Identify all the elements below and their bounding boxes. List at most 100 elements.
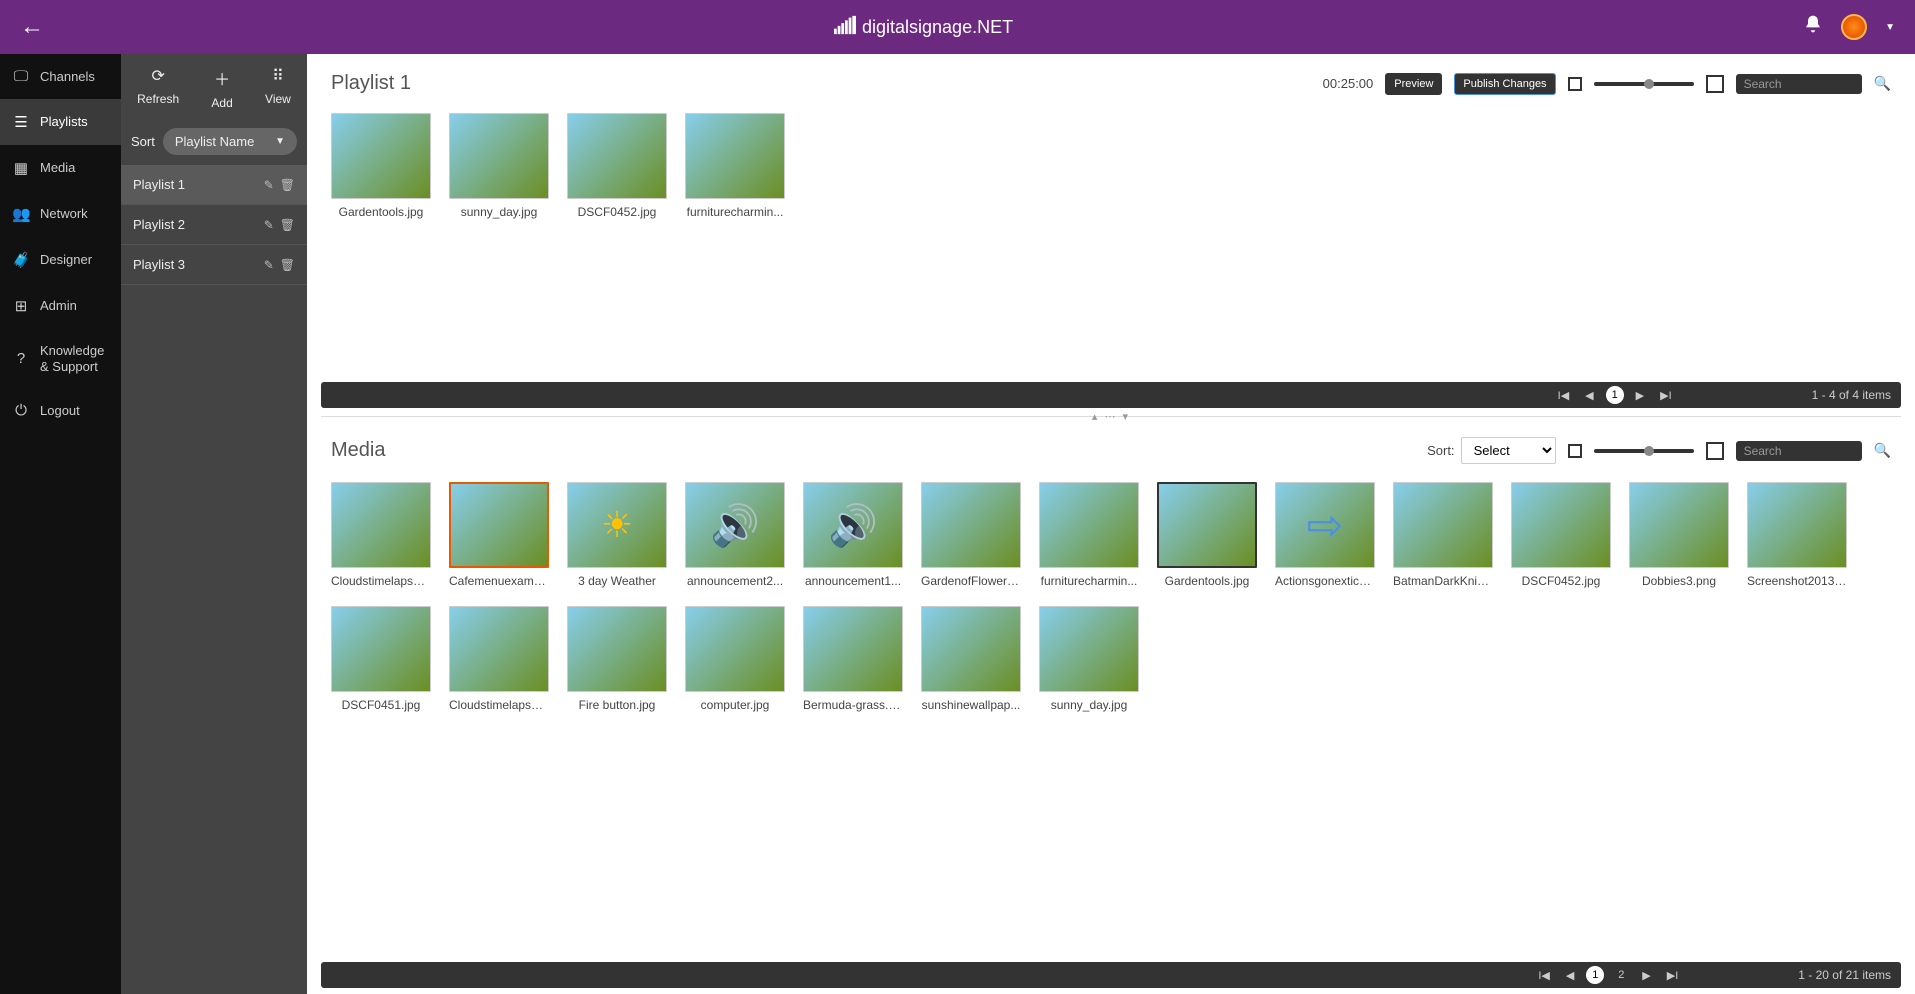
user-avatar[interactable] [1841, 14, 1867, 40]
pager-first[interactable]: I◀ [1554, 389, 1574, 402]
left-nav: 🖵 Channels ☰ Playlists ▦ Media 👥 Network… [0, 54, 121, 994]
nav-knowledge[interactable]: ? Knowledge & Support [0, 329, 121, 388]
thumb-image [567, 113, 667, 199]
view-button[interactable]: ⠿View [265, 66, 291, 110]
thumb-item[interactable]: sunny_day.jpg [449, 113, 549, 219]
thumb-size-slider[interactable] [1594, 82, 1694, 86]
thumb-image [331, 606, 431, 692]
thumb-caption: sunny_day.jpg [1039, 698, 1139, 712]
thumb-caption: 3 day Weather [567, 574, 667, 588]
preview-button[interactable]: Preview [1385, 73, 1442, 95]
pager-first[interactable]: I◀ [1534, 969, 1554, 982]
thumb-image [1511, 482, 1611, 568]
thumb-item[interactable]: DSCF0452.jpg [1511, 482, 1611, 588]
main-area: Playlist 1 00:25:00 Preview Publish Chan… [307, 54, 1915, 994]
thumb-image [1629, 482, 1729, 568]
thumb-item[interactable]: announcement2... [685, 482, 785, 588]
nav-designer[interactable]: 🧳 Designer [0, 237, 121, 283]
notifications-icon[interactable] [1803, 14, 1823, 40]
thumb-size-large[interactable] [1706, 442, 1724, 460]
table-icon: ⊞ [12, 297, 30, 315]
thumb-item[interactable]: DSCF0452.jpg [567, 113, 667, 219]
drag-handle-icon[interactable]: ▴ ⋯ ▾ [1092, 410, 1130, 423]
search-icon[interactable]: 🔍 [1874, 75, 1891, 92]
thumb-item[interactable]: Gardentools.jpg [1157, 482, 1257, 588]
thumb-caption: Dobbies3.png [1629, 574, 1729, 588]
thumb-item[interactable]: sunshinewallpap... [921, 606, 1021, 712]
pager-next[interactable]: ▶ [1632, 389, 1648, 402]
thumb-item[interactable]: Screenshot20131... [1747, 482, 1847, 588]
thumb-item[interactable]: Actionsgonextico... [1275, 482, 1375, 588]
thumb-item[interactable]: BatmanDarkKnig... [1393, 482, 1493, 588]
nav-admin[interactable]: ⊞ Admin [0, 283, 121, 329]
nav-label: Logout [40, 403, 80, 419]
briefcase-icon: 🧳 [12, 251, 30, 269]
playlist-search-input[interactable] [1744, 77, 1854, 91]
thumb-item[interactable]: Fire button.jpg [567, 606, 667, 712]
delete-icon[interactable]: 🗑 [280, 258, 295, 272]
thumb-image [803, 606, 903, 692]
playlist-sort-select[interactable]: Playlist Name ▼ [163, 128, 297, 155]
edit-icon[interactable]: ✎ [264, 258, 274, 272]
publish-button[interactable]: Publish Changes [1454, 73, 1555, 95]
pager-prev[interactable]: ◀ [1562, 969, 1578, 982]
nav-media[interactable]: ▦ Media [0, 145, 121, 191]
nav-logout[interactable]: ⏻ Logout [0, 388, 121, 433]
thumb-item[interactable]: 3 day Weather [567, 482, 667, 588]
playlist-title: Playlist 1 [331, 72, 1311, 95]
playlist-item[interactable]: Playlist 1 ✎🗑 [121, 165, 307, 205]
pager-page[interactable]: 2 [1612, 966, 1630, 984]
thumb-item[interactable]: Cloudstimelapsec... [331, 482, 431, 588]
add-button[interactable]: ＋Add [211, 66, 232, 110]
thumb-caption: sunshinewallpap... [921, 698, 1021, 712]
edit-icon[interactable]: ✎ [264, 218, 274, 232]
thumb-item[interactable]: announcement1... [803, 482, 903, 588]
nav-network[interactable]: 👥 Network [0, 191, 121, 237]
media-search-input[interactable] [1744, 444, 1854, 458]
thumb-item[interactable]: Cloudstimelapsec... [449, 606, 549, 712]
thumb-item[interactable]: GardenofFlowers... [921, 482, 1021, 588]
playlist-pager: I◀ ◀ 1 ▶ ▶I 1 - 4 of 4 items [321, 382, 1901, 408]
thumb-size-small[interactable] [1568, 77, 1582, 91]
pager-last[interactable]: ▶I [1663, 969, 1683, 982]
media-sort-select[interactable]: Select [1461, 437, 1556, 464]
user-menu-caret[interactable]: ▼ [1885, 22, 1895, 33]
nav-channels[interactable]: 🖵 Channels [0, 54, 121, 99]
thumb-size-large[interactable] [1706, 75, 1724, 93]
thumb-item[interactable]: Bermuda-grass.jpg [803, 606, 903, 712]
playlist-item[interactable]: Playlist 3 ✎🗑 [121, 245, 307, 285]
pager-last[interactable]: ▶I [1656, 389, 1676, 402]
pager-page[interactable]: 1 [1586, 966, 1604, 984]
thumb-item[interactable]: furniturecharmin... [685, 113, 785, 219]
media-search[interactable] [1736, 441, 1862, 461]
nav-label: Media [40, 160, 75, 176]
delete-icon[interactable]: 🗑 [280, 218, 295, 232]
pager-prev[interactable]: ◀ [1581, 389, 1597, 402]
nav-label: Playlists [40, 114, 88, 130]
playlist-item[interactable]: Playlist 2 ✎🗑 [121, 205, 307, 245]
refresh-button[interactable]: ⟳Refresh [137, 66, 179, 110]
panel-divider[interactable]: ▴ ⋯ ▾ [321, 416, 1901, 417]
thumb-caption: computer.jpg [685, 698, 785, 712]
thumb-item[interactable]: Dobbies3.png [1629, 482, 1729, 588]
search-icon[interactable]: 🔍 [1874, 442, 1891, 459]
edit-icon[interactable]: ✎ [264, 178, 274, 192]
media-grid: Cloudstimelapsec... Cafemenuexampl... 3 … [307, 472, 1915, 956]
thumb-item[interactable]: computer.jpg [685, 606, 785, 712]
thumb-size-slider[interactable] [1594, 449, 1694, 453]
thumb-item[interactable]: DSCF0451.jpg [331, 606, 431, 712]
thumb-item[interactable]: sunny_day.jpg [1039, 606, 1139, 712]
thumb-caption: furniturecharmin... [685, 205, 785, 219]
playlist-panel: ⟳Refresh ＋Add ⠿View Sort Playlist Name ▼… [121, 54, 307, 994]
delete-icon[interactable]: 🗑 [280, 178, 295, 192]
thumb-item[interactable]: furniturecharmin... [1039, 482, 1139, 588]
grid-icon: ⠿ [265, 66, 291, 86]
pager-page[interactable]: 1 [1606, 386, 1624, 404]
thumb-item[interactable]: Gardentools.jpg [331, 113, 431, 219]
thumb-item[interactable]: Cafemenuexampl... [449, 482, 549, 588]
nav-playlists[interactable]: ☰ Playlists [0, 99, 121, 145]
back-button[interactable]: ← [20, 13, 44, 41]
thumb-size-small[interactable] [1568, 444, 1582, 458]
playlist-search[interactable] [1736, 74, 1862, 94]
pager-next[interactable]: ▶ [1638, 969, 1654, 982]
